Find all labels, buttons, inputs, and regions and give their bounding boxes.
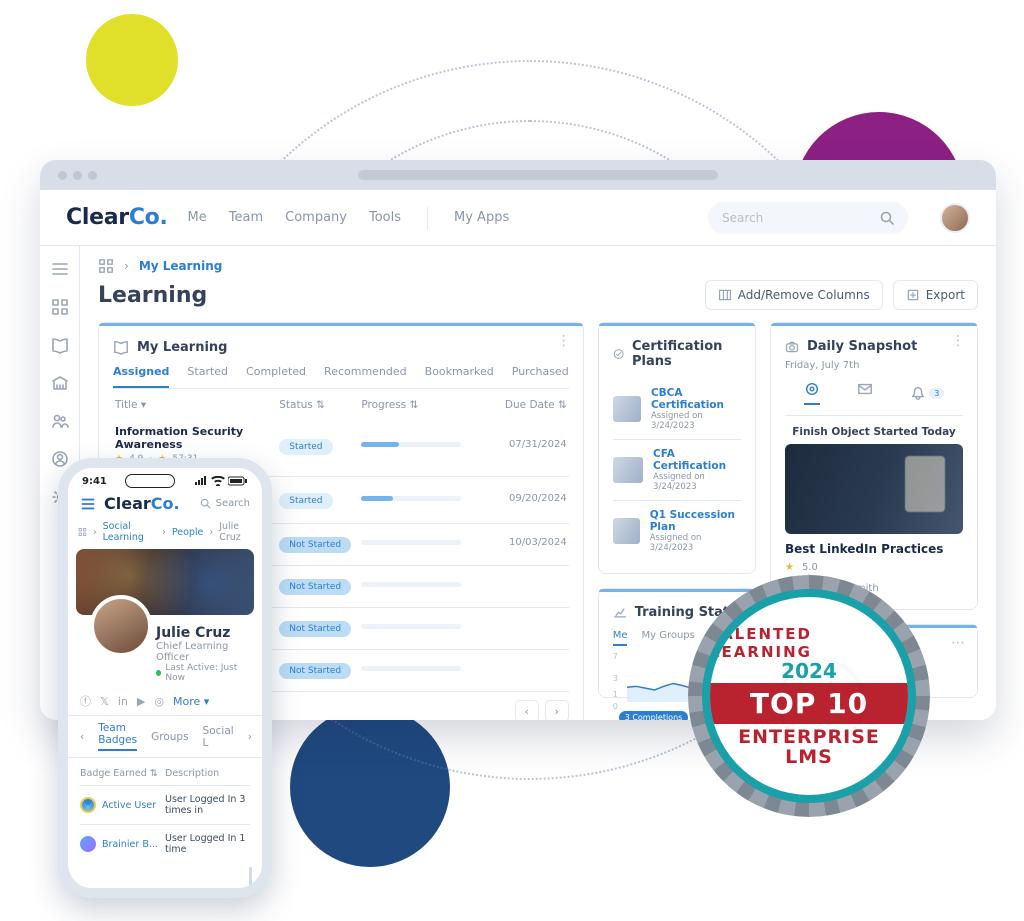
linkedin-icon[interactable]: in: [118, 695, 128, 708]
library-icon[interactable]: [51, 374, 69, 392]
chart-icon: [613, 606, 627, 620]
badge-row[interactable]: Active UserUser Logged In 3 times in: [80, 785, 250, 824]
mobile-search[interactable]: Search: [200, 498, 250, 510]
nav-team[interactable]: Team: [229, 210, 263, 225]
nav-me[interactable]: Me: [188, 210, 207, 225]
nav-tools[interactable]: Tools: [369, 210, 401, 225]
profile-avatar[interactable]: [90, 595, 152, 657]
profile-role: Chief Learning Officer: [156, 641, 250, 663]
columns-icon: [718, 288, 732, 302]
profile-name: Julie Cruz: [156, 625, 250, 641]
check-circle-icon: [613, 347, 624, 361]
tab-social[interactable]: Social L: [203, 725, 234, 749]
daily-snapshot-card: ⋮ Daily Snapshot Friday, July 7th 3 Fini…: [770, 322, 978, 610]
completions-pill: 3 Completions: [619, 711, 689, 720]
search-icon: [880, 211, 894, 225]
mobile-breadcrumb: ›Social Learning›People›Julie Cruz: [68, 521, 262, 549]
profile-cover: [76, 549, 254, 615]
user-avatar[interactable]: [940, 203, 970, 233]
breadcrumb: › My Learning: [98, 258, 978, 274]
browser-chrome: [40, 160, 996, 190]
social-links[interactable]: ⓕ 𝕏 in ▶ ◎ More ▾: [68, 687, 262, 715]
prev-page-button[interactable]: ‹: [515, 700, 539, 720]
topnav: ClearCo. Me Team Company Tools My Apps S…: [40, 190, 996, 246]
brand-logo: ClearCo.: [104, 494, 180, 513]
book-icon[interactable]: [51, 336, 69, 354]
cert-item[interactable]: Q1 Succession PlanAssigned on 3/24/2023: [613, 501, 741, 561]
tab-recommended[interactable]: Recommended: [324, 365, 407, 388]
export-icon: [906, 288, 920, 302]
nav-myapps[interactable]: My Apps: [454, 210, 509, 225]
book-icon: [113, 339, 129, 355]
snapshot-tab-mail[interactable]: [857, 381, 873, 405]
people-icon[interactable]: [51, 412, 69, 430]
tab-completed[interactable]: Completed: [246, 365, 306, 388]
snapshot-tab-alerts[interactable]: 3: [910, 381, 944, 405]
kebab-icon[interactable]: ⋯: [951, 635, 967, 651]
decor-yellow-circle: [86, 14, 178, 106]
tab-groups[interactable]: Groups: [151, 731, 188, 743]
next-page-button[interactable]: ›: [545, 700, 569, 720]
tab-assigned[interactable]: Assigned: [113, 365, 169, 388]
tab-started[interactable]: Started: [187, 365, 228, 388]
breadcrumb-current[interactable]: My Learning: [139, 259, 223, 273]
cert-item[interactable]: CBCA CertificationAssigned on 3/24/2023: [613, 379, 741, 440]
kebab-icon[interactable]: ⋮: [557, 333, 573, 349]
instagram-icon[interactable]: ◎: [154, 695, 164, 708]
more-link[interactable]: More ▾: [173, 695, 209, 708]
brand-logo: ClearCo.: [66, 205, 168, 230]
snapshot-date: Friday, July 7th: [785, 360, 963, 371]
url-bar: [358, 170, 718, 180]
tab-bookmarked[interactable]: Bookmarked: [425, 365, 494, 388]
youtube-icon[interactable]: ▶: [137, 695, 145, 708]
apps-icon[interactable]: [51, 298, 69, 316]
phone-time: 9:41: [82, 476, 107, 487]
camera-icon: [785, 340, 799, 354]
apps-icon[interactable]: [98, 258, 114, 274]
snapshot-tab-target[interactable]: [804, 381, 820, 405]
last-active: Last Active: Just Now: [156, 663, 250, 683]
course-hero[interactable]: [785, 444, 963, 534]
menu-icon[interactable]: [51, 260, 69, 278]
chevron-right-icon[interactable]: ›: [248, 731, 252, 743]
menu-icon[interactable]: [80, 496, 96, 512]
stats-tab-me[interactable]: Me: [613, 630, 628, 646]
profile-icon[interactable]: [51, 450, 69, 468]
tab-team-badges[interactable]: Team Badges: [98, 722, 137, 751]
nav-company[interactable]: Company: [285, 210, 347, 225]
search-input[interactable]: Search: [708, 202, 908, 234]
mobile-mock: 9:41 ClearCo. Search ›Social Learning›Pe…: [58, 458, 272, 898]
facebook-icon[interactable]: ⓕ: [80, 693, 91, 709]
page-title: Learning: [98, 283, 207, 308]
apps-icon[interactable]: [78, 526, 87, 538]
course-title[interactable]: Best LinkedIn Practices: [785, 542, 963, 556]
add-remove-columns-button[interactable]: Add/Remove Columns: [705, 280, 883, 310]
certification-card: Certification Plans CBCA CertificationAs…: [598, 322, 756, 574]
kebab-icon[interactable]: ⋮: [951, 333, 967, 349]
chevron-left-icon[interactable]: ‹: [80, 731, 84, 743]
x-icon[interactable]: 𝕏: [100, 695, 109, 708]
badge-row[interactable]: Brainier B...User Logged In 1 time: [80, 824, 250, 863]
award-badge: {} TALENTED LEARNING 2024 TOP 10 ENTERPR…: [684, 571, 934, 821]
status-icons: [194, 476, 248, 486]
tab-purchased[interactable]: Purchased: [512, 365, 569, 388]
export-button[interactable]: Export: [893, 280, 978, 310]
cert-item[interactable]: CFA CertificationAssigned on 3/24/2023: [613, 440, 741, 501]
